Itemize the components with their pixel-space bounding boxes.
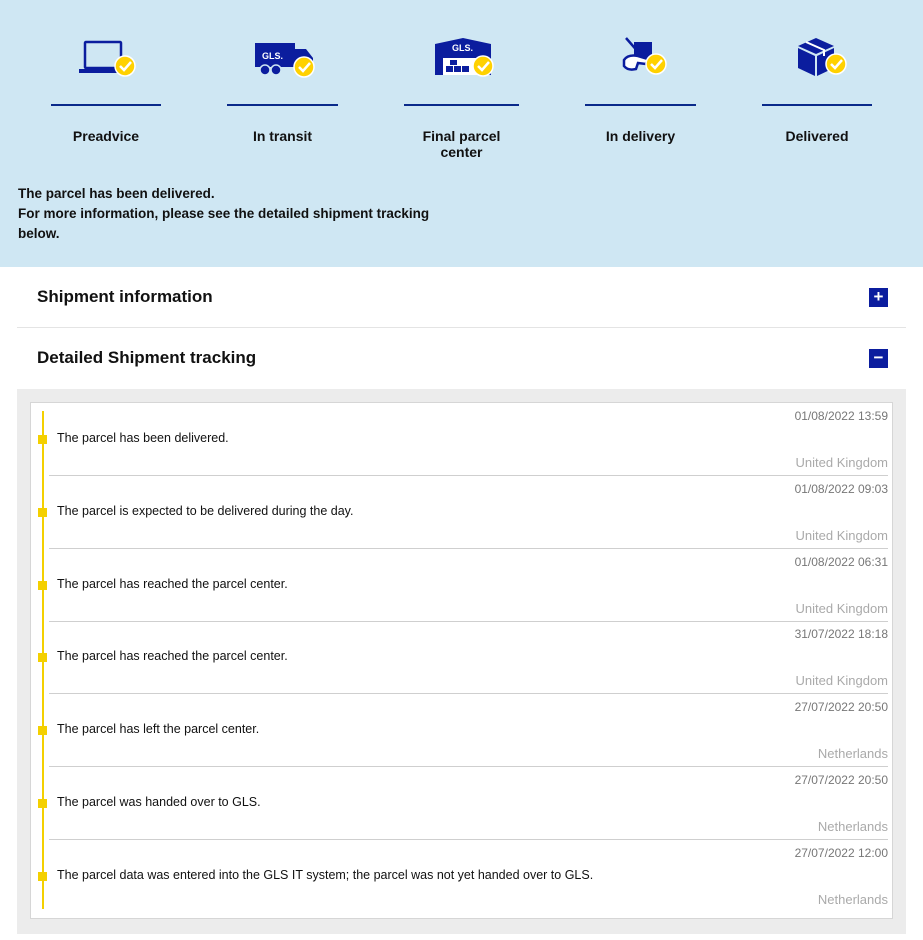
step-line [762,104,872,106]
step-final-parcel-center: GLS. Final parcel center [404,0,519,160]
event-date: 27/07/2022 20:50 [794,773,888,787]
tracking-event: 01/08/2022 09:03 The parcel is expected … [31,476,892,549]
accordion-shipment-information[interactable]: Shipment information + [17,268,906,328]
event-country: Netherlands [817,892,888,907]
step-line [227,104,338,106]
accordion-title: Detailed Shipment tracking [37,348,257,367]
event-description: The parcel has left the parcel center. [57,722,260,736]
accordion-title: Shipment information [37,287,213,306]
event-description: The parcel has reached the parcel center… [57,577,288,591]
timeline-dot [38,799,47,808]
step-label: In transit [252,128,313,144]
tracking-event: 27/07/2022 12:00 The parcel data was ent… [31,840,892,913]
timeline-dot [38,872,47,881]
collapse-minus-icon[interactable]: − [869,349,888,368]
event-description: The parcel has reached the parcel center… [57,649,288,663]
event-date: 01/08/2022 06:31 [794,555,888,569]
event-date: 01/08/2022 13:59 [794,409,888,423]
brand-text: GLS. [452,43,473,53]
event-description: The parcel is expected to be delivered d… [57,504,354,518]
expand-plus-icon[interactable]: + [869,288,888,307]
step-label: Preadvice [72,128,140,144]
timeline-dot [38,435,47,444]
tracking-list: 01/08/2022 13:59 The parcel has been del… [30,402,893,919]
event-description: The parcel has been delivered. [57,431,229,445]
timeline-dot [38,653,47,662]
step-label: In delivery [605,128,676,144]
event-description: The parcel was handed over to GLS. [57,795,261,809]
event-country: United Kingdom [795,455,889,470]
tracking-event: 01/08/2022 13:59 The parcel has been del… [31,403,892,476]
progress-steps: Preadvice GLS. In transit GLS. Final par… [0,0,923,160]
tracking-event: 27/07/2022 20:50 The parcel has left the… [31,694,892,767]
step-label: Delivered [785,128,849,144]
tracking-event: 31/07/2022 18:18 The parcel has reached … [31,621,892,694]
event-country: United Kingdom [795,601,889,616]
step-line [404,104,519,106]
step-line [585,104,696,106]
event-date: 01/08/2022 09:03 [794,482,888,496]
step-delivered: Delivered [762,0,872,160]
warehouse-check-icon: GLS. [427,34,497,84]
event-description: The parcel data was entered into the GLS… [57,868,594,882]
hand-parcel-check-icon [606,34,676,84]
timeline-dot [38,508,47,517]
status-message-line: For more information, please see the det… [18,206,430,241]
status-message: The parcel has been delivered. For more … [18,184,438,244]
step-label: Final parcel center [422,128,501,160]
event-country: Netherlands [817,819,888,834]
accordion-detailed-tracking[interactable]: Detailed Shipment tracking − [17,329,906,389]
event-date: 27/07/2022 20:50 [794,700,888,714]
tracking-panel: 01/08/2022 13:59 The parcel has been del… [17,389,906,934]
box-check-icon [782,34,852,84]
step-line [51,104,161,106]
timeline-dot [38,581,47,590]
step-in-transit: GLS. In transit [227,0,338,160]
event-country: Netherlands [817,746,888,761]
laptop-check-icon [71,34,141,84]
event-date: 31/07/2022 18:18 [794,627,888,641]
status-panel: Preadvice GLS. In transit GLS. Final par… [0,0,923,267]
step-in-delivery: In delivery [585,0,696,160]
timeline-dot [38,726,47,735]
truck-check-icon: GLS. [248,34,318,84]
status-message-line: The parcel has been delivered. [18,186,215,201]
event-date: 27/07/2022 12:00 [794,846,888,860]
brand-text: GLS. [262,51,283,61]
event-country: United Kingdom [795,528,889,543]
tracking-event: 01/08/2022 06:31 The parcel has reached … [31,549,892,622]
step-preadvice: Preadvice [51,0,161,160]
tracking-event: 27/07/2022 20:50 The parcel was handed o… [31,767,892,840]
event-country: United Kingdom [795,673,889,688]
